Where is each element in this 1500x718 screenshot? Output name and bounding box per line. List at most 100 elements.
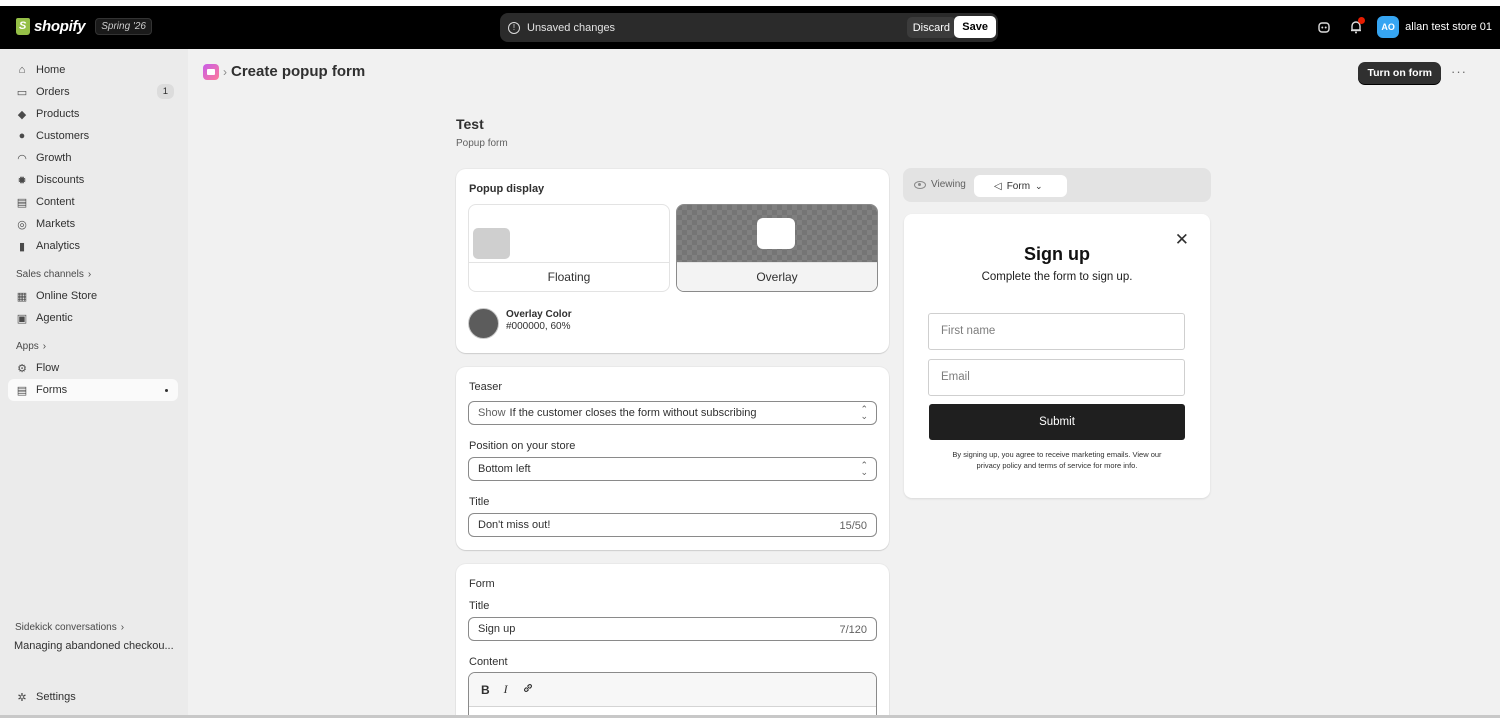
position-value: Bottom left [478, 463, 531, 475]
overlay-color-label: Overlay Color [506, 309, 572, 320]
shopify-logo[interactable]: shopify Spring '26 [16, 18, 152, 35]
bold-icon[interactable]: B [481, 683, 490, 697]
sidebar: ⌂ Home ▭ Orders 1 ◆ Products ● Customers… [0, 49, 188, 718]
chevron-right-icon: › [120, 621, 125, 633]
sidebar-item-agentic[interactable]: ▣ Agentic [8, 307, 178, 329]
submit-button[interactable]: Submit [929, 404, 1185, 440]
store-icon: ▦ [16, 290, 28, 303]
sidekick-conversation-item[interactable]: Managing abandoned checkou... [8, 640, 180, 652]
overlay-preview-box [757, 218, 795, 249]
sidekick-header[interactable]: Sidekick conversations › [8, 616, 180, 638]
store-name[interactable]: allan test store 01 [1405, 21, 1492, 33]
show-prefix: Show [478, 407, 506, 419]
sidebar-item-label: Orders [36, 86, 70, 98]
chevron-right-icon: › [42, 340, 47, 352]
select-chevron-icon: ⌃ ⌄ [860, 460, 868, 477]
sidebar-item-label: Settings [36, 691, 76, 703]
content-editor[interactable]: B I [468, 672, 877, 718]
popup-display-heading: Popup display [469, 183, 545, 195]
teaser-heading: Teaser [469, 381, 503, 393]
popup-preview: ✕ Sign up Complete the form to sign up. … [904, 214, 1210, 498]
select-chevron-icon: ⌃ ⌄ [860, 404, 868, 421]
email-field[interactable]: Email [928, 359, 1185, 396]
sidebar-item-content[interactable]: ▤ Content [8, 191, 178, 213]
view-value: Form [1006, 180, 1031, 192]
forms-app-icon[interactable] [203, 63, 219, 80]
sidebar-item-home[interactable]: ⌂ Home [8, 59, 178, 81]
sidebar-item-customers[interactable]: ● Customers [8, 125, 178, 147]
sidekick-section: Sidekick conversations › Managing abando… [8, 616, 180, 653]
sales-channels-header[interactable]: Sales channels › [8, 263, 178, 285]
notification-bell-icon[interactable] [1345, 16, 1367, 38]
form-name: Test [456, 116, 484, 132]
sidebar-item-settings[interactable]: ✲ Settings [8, 686, 180, 708]
main-nav: ⌂ Home ▭ Orders 1 ◆ Products ● Customers… [8, 59, 178, 401]
apps-header[interactable]: Apps › [8, 335, 178, 357]
teaser-title-input[interactable]: Don't miss out! 15/50 [468, 513, 877, 537]
person-icon: ● [18, 130, 26, 142]
sidebar-item-label: Markets [36, 218, 76, 230]
content-icon: ▤ [16, 196, 28, 209]
popup-display-card: Popup display Floating Overlay Overlay C… [456, 169, 889, 353]
turn-on-form-button[interactable]: Turn on form [1358, 62, 1441, 84]
view-select[interactable]: ◁ Form ⌄ [974, 175, 1067, 197]
sidebar-item-markets[interactable]: ◎ Markets [8, 213, 178, 235]
floating-preview [469, 205, 669, 263]
avatar[interactable]: AO [1377, 16, 1400, 38]
settings-section: ✲ Settings [8, 686, 180, 708]
page-header: › Create popup form [203, 63, 365, 80]
main-content: › Create popup form Turn on form ··· Tes… [188, 49, 1500, 718]
shopify-bag-icon [16, 18, 30, 35]
discount-icon: ✹ [17, 174, 27, 187]
position-select[interactable]: Bottom left ⌃ ⌄ [468, 457, 877, 481]
unsaved-changes-bar: ! Unsaved changes Discard Save [500, 13, 998, 42]
page-title: Create popup form [231, 63, 366, 80]
discard-button[interactable]: Discard [906, 17, 956, 38]
sidebar-item-forms[interactable]: ▤ Forms [8, 379, 178, 401]
apps-label: Apps [16, 340, 39, 352]
agentic-icon: ▣ [16, 312, 28, 325]
form-title-value: Sign up [478, 623, 516, 635]
sidebar-item-label: Flow [36, 362, 60, 374]
link-icon[interactable] [522, 682, 534, 697]
sidebar-item-flow[interactable]: ⚙ Flow [8, 357, 178, 379]
teaser-show-select[interactable]: Show If the customer closes the form wit… [468, 401, 877, 425]
top-bar: shopify Spring '26 ! Unsaved changes Dis… [0, 6, 1500, 49]
gauge-icon: ◠ [17, 152, 27, 165]
bar-chart-icon: ▮ [18, 240, 26, 253]
chevron-right-icon: › [87, 268, 92, 280]
sidebar-item-label: Analytics [36, 240, 81, 252]
first-name-field[interactable]: First name [928, 313, 1185, 350]
overlay-preview [677, 205, 877, 263]
form-title-input[interactable]: Sign up 7/120 [468, 617, 877, 641]
sidekick-icon[interactable] [1313, 16, 1335, 38]
preview-subtitle: Complete the form to sign up. [981, 271, 1133, 283]
italic-icon[interactable]: I [504, 682, 508, 697]
teaser-card: Teaser Show If the customer closes the f… [456, 367, 889, 550]
floating-preview-box [473, 228, 510, 259]
chevron-down-icon: ⌄ [1035, 180, 1043, 191]
form-title-counter: 7/120 [839, 624, 867, 636]
eye-icon [914, 180, 926, 189]
more-actions-icon[interactable]: ··· [1448, 62, 1470, 84]
sidebar-item-analytics[interactable]: ▮ Analytics [8, 235, 178, 257]
floating-option[interactable]: Floating [468, 204, 670, 292]
home-icon: ⌂ [18, 64, 26, 76]
sidekick-label: Sidekick conversations [15, 621, 117, 633]
orders-count-badge: 1 [156, 84, 174, 99]
sidebar-item-products[interactable]: ◆ Products [8, 103, 178, 125]
sidebar-item-discounts[interactable]: ✹ Discounts [8, 169, 178, 191]
edition-badge: Spring '26 [95, 18, 152, 35]
form-card: Form Title Sign up 7/120 Content B I [456, 564, 889, 718]
sidebar-item-label: Growth [36, 152, 72, 164]
editor-toolbar: B I [469, 673, 876, 707]
position-label: Position on your store [469, 440, 576, 452]
overlay-color-swatch[interactable] [468, 308, 499, 339]
sidebar-item-online-store[interactable]: ▦ Online Store [8, 285, 178, 307]
overlay-option[interactable]: Overlay [676, 204, 878, 292]
unsaved-changes-text: Unsaved changes [527, 21, 616, 34]
sidebar-item-orders[interactable]: ▭ Orders 1 [8, 81, 178, 103]
save-button[interactable]: Save [954, 16, 996, 38]
sidebar-item-label: Online Store [36, 290, 98, 302]
sidebar-item-growth[interactable]: ◠ Growth [8, 147, 178, 169]
